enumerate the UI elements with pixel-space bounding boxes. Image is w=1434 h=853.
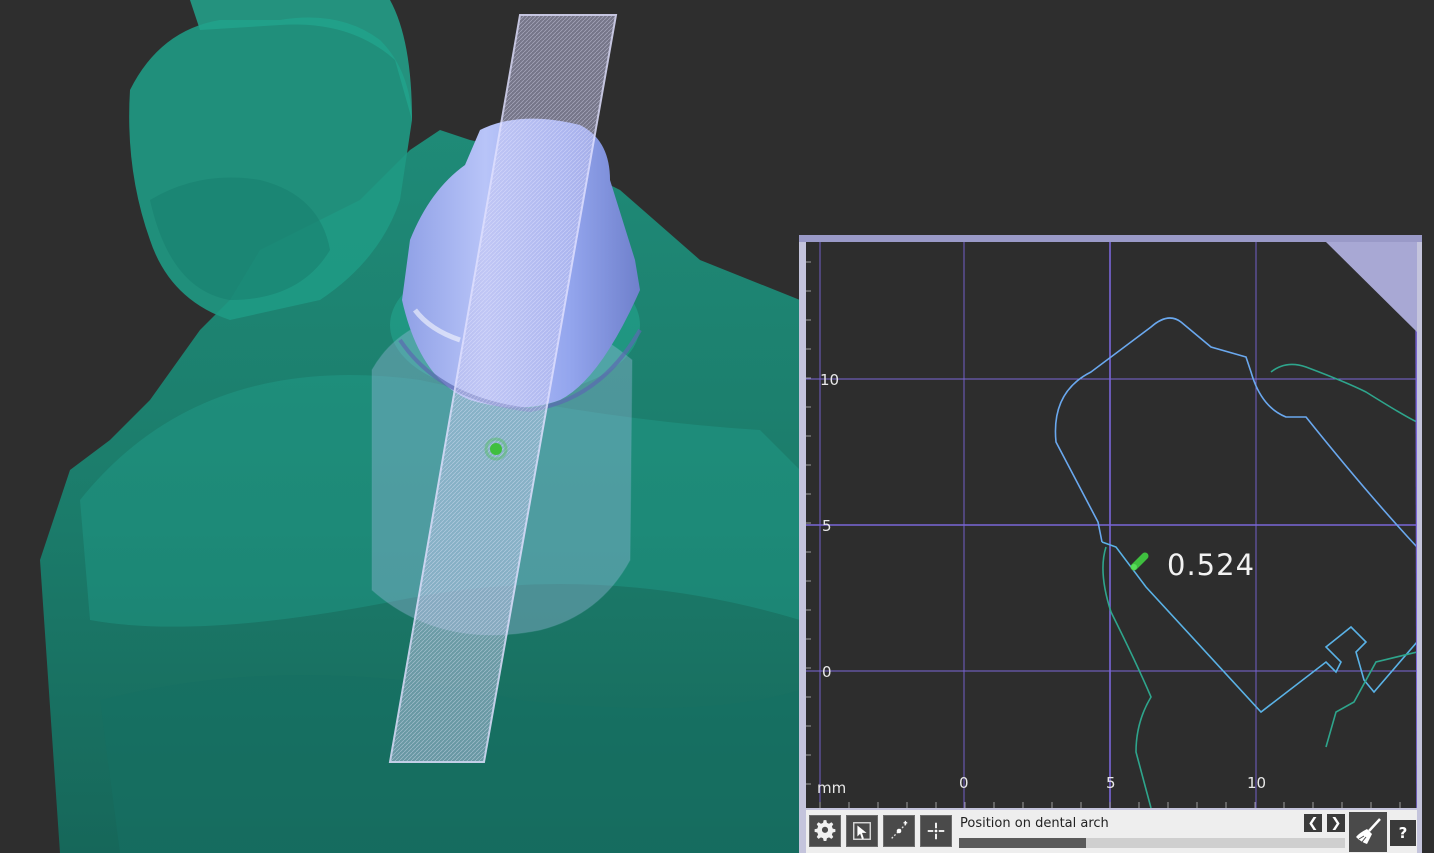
arch-prev-button[interactable]: ❮ bbox=[1304, 814, 1322, 832]
measurement-value: 0.524 bbox=[1167, 548, 1256, 582]
clear-button[interactable] bbox=[1349, 812, 1387, 852]
unit-label: mm bbox=[817, 779, 847, 797]
measure-distance-button[interactable] bbox=[883, 815, 915, 847]
measure-distance-icon bbox=[891, 820, 908, 839]
view-mode-icon bbox=[853, 822, 871, 840]
inner-contour-right bbox=[1270, 363, 1417, 423]
chevron-left-icon: ❮ bbox=[1307, 815, 1319, 831]
chevron-right-icon: ❯ bbox=[1330, 815, 1342, 831]
broom-icon bbox=[1356, 818, 1381, 844]
section-plot[interactable]: mm 0 5 10 10 5 0 0.524 bbox=[806, 242, 1417, 808]
plot-grid bbox=[806, 242, 1417, 808]
arch-position-slider[interactable] bbox=[959, 838, 1345, 848]
view-mode-button[interactable] bbox=[846, 815, 878, 847]
settings-button[interactable] bbox=[809, 815, 841, 847]
x-tick-10: 10 bbox=[1247, 774, 1267, 792]
arch-next-button[interactable]: ❯ bbox=[1327, 814, 1345, 832]
x-tick-0: 0 bbox=[959, 774, 969, 792]
outer-contour-lower bbox=[1101, 541, 1417, 714]
y-tick-10: 10 bbox=[820, 371, 840, 389]
help-button[interactable]: ? bbox=[1390, 820, 1416, 846]
x-tick-5: 5 bbox=[1106, 774, 1116, 792]
panel-title-bar[interactable] bbox=[799, 235, 1422, 242]
section-toolbar: Position on dental arch ❮ ❯ ? bbox=[806, 810, 1417, 853]
measure-point-marker[interactable] bbox=[490, 443, 502, 455]
gear-icon bbox=[814, 820, 836, 841]
cross-section-panel: mm 0 5 10 10 5 0 0.524 Position on denta… bbox=[799, 235, 1422, 853]
y-tick-0: 0 bbox=[822, 663, 832, 681]
arch-slider-fill bbox=[959, 838, 1087, 848]
pan-button[interactable] bbox=[920, 815, 952, 847]
y-tick-5: 5 bbox=[822, 517, 832, 535]
arch-position-label: Position on dental arch bbox=[960, 816, 1109, 831]
corner-resize-handle[interactable] bbox=[1326, 242, 1417, 332]
crosshair-icon bbox=[927, 822, 945, 840]
